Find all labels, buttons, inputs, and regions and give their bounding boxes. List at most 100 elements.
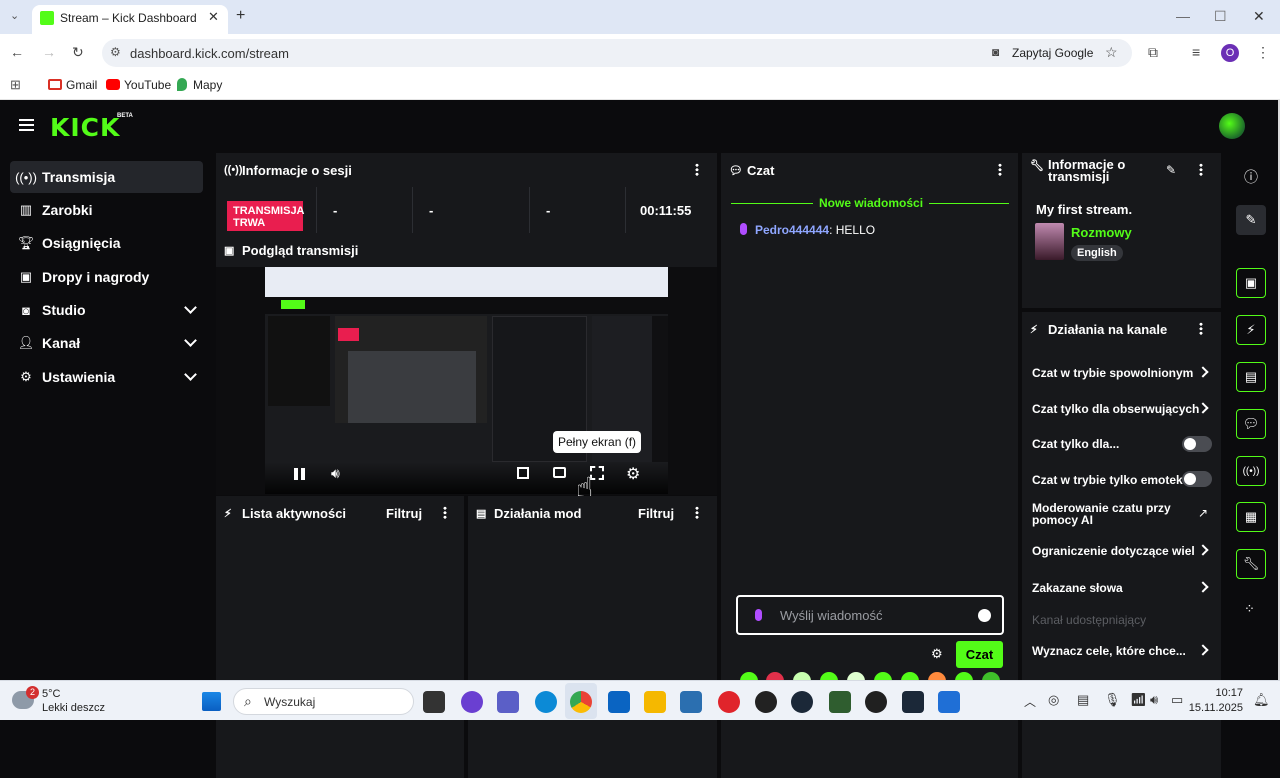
wifi-icon[interactable]: 📶︎ xyxy=(1130,692,1147,708)
window-close-icon[interactable]: ✕ xyxy=(1253,8,1265,25)
forward-icon[interactable]: → xyxy=(42,44,56,60)
app-icon[interactable] xyxy=(938,691,960,713)
task-view-icon[interactable] xyxy=(423,691,445,713)
mod-actions-toggle-icon[interactable]: ▤ xyxy=(1236,362,1266,392)
weather-condition[interactable]: Lekki deszcz xyxy=(42,702,105,714)
subscribers-only-toggle[interactable] xyxy=(1182,436,1212,452)
tray-app-icon[interactable]: ◎ xyxy=(1048,692,1059,708)
bookmark-maps[interactable]: Mapy xyxy=(193,78,222,92)
sidebar-item-transmisja[interactable]: ((•)) Transmisja xyxy=(10,161,203,193)
steam-icon[interactable] xyxy=(902,691,924,713)
store-icon[interactable] xyxy=(608,691,630,713)
pause-icon[interactable] xyxy=(294,468,298,480)
steam-icon[interactable] xyxy=(791,691,813,713)
chevron-right-icon[interactable] xyxy=(1197,581,1209,593)
maximize-icon[interactable]: ☐ xyxy=(1214,8,1227,25)
sidebar-item-kanal[interactable]: 👤︎ Kanał xyxy=(10,327,203,359)
back-icon[interactable]: ← xyxy=(10,44,24,60)
new-tab-icon[interactable]: + xyxy=(236,7,245,25)
more-options-icon[interactable] xyxy=(1199,163,1203,176)
tab-close-icon[interactable]: ✕ xyxy=(208,9,219,25)
edit-stream-icon[interactable]: ✎ xyxy=(1236,205,1266,235)
mod-actions-filter-button[interactable]: Filtruj xyxy=(638,506,674,521)
preview-toggle-icon[interactable]: ▣ xyxy=(1236,268,1266,298)
app-icon[interactable] xyxy=(865,691,887,713)
chat-toggle-icon[interactable]: 💬︎ xyxy=(1236,409,1266,439)
taskbar-search-input[interactable]: Wyszukaj xyxy=(264,695,315,709)
action-banned-words[interactable]: Zakazane słowa xyxy=(1032,581,1123,595)
tab-list-icon[interactable]: ⌄ xyxy=(10,9,19,22)
picture-in-picture-icon[interactable] xyxy=(517,467,529,479)
chat-username[interactable]: Pedro444444 xyxy=(755,223,829,237)
chat-input-box[interactable]: Wyślij wiadomość xyxy=(736,595,1004,635)
taskbar-time[interactable]: 10:17 xyxy=(1193,687,1243,699)
sidebar-item-ustawienia[interactable]: ⚙ Ustawienia xyxy=(10,361,203,393)
action-followers-only[interactable]: Czat tylko dla obserwujących xyxy=(1032,402,1199,416)
chevron-right-icon[interactable] xyxy=(1197,366,1209,378)
ask-google-button[interactable]: Zapytaj Google xyxy=(1012,46,1093,60)
chat-settings-icon[interactable]: ⚙ xyxy=(931,646,943,662)
speaker-icon[interactable]: 🔊︎ xyxy=(1150,692,1158,708)
windows-start-icon[interactable] xyxy=(202,692,221,711)
url-text[interactable]: dashboard.kick.com/stream xyxy=(130,46,289,61)
notifications-bell-icon[interactable]: 🔔︎ xyxy=(1253,692,1270,708)
battery-icon[interactable]: ▭ xyxy=(1171,692,1183,708)
hamburger-menu-icon[interactable] xyxy=(19,119,34,121)
send-chat-button[interactable]: Czat xyxy=(956,641,1003,668)
extensions-icon[interactable]: ⧉ xyxy=(1148,44,1158,61)
chat-input[interactable]: Wyślij wiadomość xyxy=(780,608,882,623)
player-toggle-icon[interactable]: ▦ xyxy=(1236,502,1266,532)
tray-chevron-icon[interactable]: ︿ xyxy=(1024,693,1036,710)
action-goals[interactable]: Wyznacz cele, które chce... xyxy=(1032,644,1186,658)
taskbar-date[interactable]: 15.11.2025 xyxy=(1183,702,1243,714)
copilot-icon[interactable] xyxy=(461,691,483,713)
apps-grid-icon[interactable]: ⊞ xyxy=(10,77,21,93)
sidebar-item-dropy[interactable]: ▣ Dropy i nagrody xyxy=(10,261,203,293)
bookmark-star-icon[interactable]: ☆ xyxy=(1105,44,1118,61)
session-toggle-icon[interactable]: ((•)) xyxy=(1236,456,1266,486)
chrome-menu-icon[interactable]: ⋮ xyxy=(1256,44,1270,61)
activity-filter-button[interactable]: Filtruj xyxy=(386,506,422,521)
sidebar-item-studio[interactable]: ◙ Studio xyxy=(10,294,203,326)
emoji-picker-icon[interactable] xyxy=(978,609,991,622)
address-bar[interactable]: ⚙ dashboard.kick.com/stream ◙ Zapytaj Go… xyxy=(102,39,1132,67)
game-icon[interactable] xyxy=(829,691,851,713)
wrench-toggle-icon[interactable]: 🔧︎ xyxy=(1236,549,1266,579)
theater-mode-icon[interactable] xyxy=(553,467,566,478)
minimize-icon[interactable]: — xyxy=(1176,8,1190,24)
profile-avatar[interactable]: O xyxy=(1221,44,1239,62)
tray-app-icon[interactable]: ▤ xyxy=(1077,692,1089,708)
more-options-icon[interactable] xyxy=(695,163,699,176)
taskbar-search[interactable]: ⌕ Wyszukaj xyxy=(233,688,414,715)
chevron-right-icon[interactable] xyxy=(1197,544,1209,556)
action-account-age[interactable]: Ograniczenie dotyczące wiel xyxy=(1032,544,1195,558)
more-options-icon[interactable] xyxy=(443,506,447,519)
info-icon[interactable]: ⓘ xyxy=(1244,167,1258,187)
settings-gear-icon[interactable]: ⚙ xyxy=(626,464,640,484)
bookmark-gmail[interactable]: Gmail xyxy=(66,78,97,92)
external-link-icon[interactable]: ↗ xyxy=(1198,506,1208,520)
more-options-icon[interactable] xyxy=(695,506,699,519)
media-player-icon[interactable] xyxy=(755,691,777,713)
sidebar-item-zarobki[interactable]: ▥ Zarobki xyxy=(10,194,203,226)
more-options-icon[interactable] xyxy=(998,163,1002,176)
chrome-icon[interactable] xyxy=(570,691,592,713)
app-icon[interactable] xyxy=(680,691,702,713)
weather-temp[interactable]: 5°C xyxy=(42,688,60,700)
action-slow-mode[interactable]: Czat w trybie spowolnionym xyxy=(1032,366,1193,380)
stream-category[interactable]: Rozmowy xyxy=(1071,225,1132,240)
browser-tab[interactable]: Stream – Kick Dashboard ✕ xyxy=(32,5,228,34)
reload-icon[interactable]: ↻ xyxy=(72,44,84,61)
bookmark-youtube[interactable]: YouTube xyxy=(124,78,171,92)
edge-icon[interactable] xyxy=(535,691,557,713)
more-options-icon[interactable] xyxy=(1199,322,1203,335)
opera-icon[interactable] xyxy=(718,691,740,713)
emote-only-toggle[interactable] xyxy=(1182,471,1212,487)
site-info-icon[interactable]: ⚙ xyxy=(110,45,121,59)
chevron-right-icon[interactable] xyxy=(1197,644,1209,656)
dots-menu-icon[interactable]: ⁘ xyxy=(1244,601,1255,617)
action-ai-moderation[interactable]: Moderowanie czatu przy pomocy AI xyxy=(1032,502,1182,526)
edit-pencil-icon[interactable]: ✎ xyxy=(1166,163,1176,177)
user-avatar[interactable] xyxy=(1219,113,1245,139)
microphone-tray-icon[interactable]: 🎙︎ xyxy=(1104,692,1121,708)
